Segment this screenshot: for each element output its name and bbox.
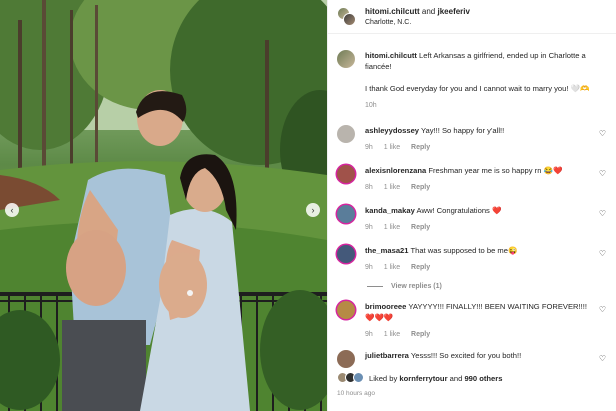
comment-likes-link[interactable]: 1 like bbox=[384, 144, 400, 151]
comment-text: julietbarrera Yesss!!! So excited for yo… bbox=[365, 350, 595, 361]
post-timestamp[interactable]: 10 hours ago bbox=[337, 390, 608, 397]
author-username-link[interactable]: hitomi.chilcutt bbox=[365, 7, 420, 16]
comment-meta: 9h 1 like Reply bbox=[365, 262, 595, 273]
comment-likes-link[interactable]: 1 like bbox=[384, 264, 400, 271]
avatar[interactable] bbox=[337, 205, 355, 223]
heart-outline-icon[interactable]: ♡ bbox=[599, 305, 606, 314]
heart-outline-icon[interactable]: ♡ bbox=[599, 169, 606, 178]
comment-text: alexisnlorenzana Freshman year me is so … bbox=[365, 165, 595, 176]
comment-text: brimooreee YAYYYY!!! FINALLY!!! BEEN WAI… bbox=[365, 301, 595, 323]
caption-text: hitomi.chilcutt Left Arkansas a girlfrie… bbox=[365, 50, 605, 72]
comment-time: 9h bbox=[365, 224, 373, 231]
comment-item: ashleyydossey Yay!!! So happy for y'all!… bbox=[337, 125, 608, 153]
comment-text: ashleyydossey Yay!!! So happy for y'all!… bbox=[365, 125, 595, 136]
comment-username-link[interactable]: julietbarrera bbox=[365, 351, 409, 360]
previous-photo-button[interactable]: ‹ bbox=[5, 203, 19, 217]
post-authors: hitomi.chilcutt and jkeeferiv bbox=[365, 6, 470, 17]
comment-body: Yesss!!! So excited for you both!! bbox=[410, 351, 522, 360]
comment-time: 9h bbox=[365, 264, 373, 271]
heart-outline-icon[interactable]: ♡ bbox=[599, 129, 606, 138]
heart-outline-icon[interactable]: ♡ bbox=[599, 209, 606, 218]
comment-item: julietbarrera Yesss!!! So excited for yo… bbox=[337, 350, 608, 368]
avatar[interactable] bbox=[337, 165, 355, 183]
collab-avatars[interactable] bbox=[337, 6, 357, 27]
comment-username-link[interactable]: ashleyydossey bbox=[365, 126, 419, 135]
reply-button[interactable]: Reply bbox=[411, 224, 430, 231]
comment-body: Freshman year me is so happy rn 😂❤️ bbox=[428, 166, 563, 175]
authors-connector: and bbox=[421, 6, 436, 16]
next-photo-button[interactable]: › bbox=[306, 203, 320, 217]
comment-time: 8h bbox=[365, 184, 373, 191]
comment-username-link[interactable]: the_masa21 bbox=[365, 246, 408, 255]
likes-count-link[interactable]: 990 others bbox=[464, 374, 502, 383]
comment-body: That was supposed to be me😜 bbox=[410, 246, 518, 255]
comment-time: 9h bbox=[365, 331, 373, 338]
comment-meta: 9h 1 like Reply bbox=[365, 329, 595, 340]
comment-item: kanda_makay Aww! Congratulations ❤️ 9h 1… bbox=[337, 205, 608, 233]
chevron-left-icon: ‹ bbox=[10, 204, 14, 215]
heart-outline-icon[interactable]: ♡ bbox=[599, 249, 606, 258]
avatar bbox=[343, 12, 356, 26]
comment-text: kanda_makay Aww! Congratulations ❤️ bbox=[365, 205, 595, 216]
reply-button[interactable]: Reply bbox=[411, 184, 430, 191]
avatar[interactable] bbox=[337, 301, 355, 319]
view-replies-label: View replies (1) bbox=[391, 283, 442, 290]
comment-username-link[interactable]: alexisnlorenzana bbox=[365, 166, 426, 175]
view-replies-button[interactable]: View replies (1) bbox=[367, 283, 608, 290]
likes-connector: and bbox=[449, 373, 463, 383]
post-sidebar: hitomi.chilcutt and jkeeferiv Charlotte,… bbox=[327, 0, 616, 411]
caption-time: 10h bbox=[365, 102, 377, 109]
post-header: hitomi.chilcutt and jkeeferiv Charlotte,… bbox=[328, 0, 616, 34]
likes-prefix: Liked by bbox=[369, 373, 398, 383]
liker-avatars bbox=[337, 372, 365, 384]
location-link[interactable]: Charlotte, N.C. bbox=[365, 17, 470, 28]
avatar[interactable] bbox=[337, 125, 355, 143]
comment-meta: 8h 1 like Reply bbox=[365, 182, 595, 193]
comment-likes-link[interactable]: 1 like bbox=[384, 184, 400, 191]
comment-username-link[interactable]: brimooreee bbox=[365, 302, 406, 311]
comment-meta: 9h 1 like Reply bbox=[365, 222, 595, 233]
comment-item: brimooreee YAYYYY!!! FINALLY!!! BEEN WAI… bbox=[337, 301, 608, 340]
reply-button[interactable]: Reply bbox=[411, 331, 430, 338]
reply-button[interactable]: Reply bbox=[411, 144, 430, 151]
comment-body: Yay!!! So happy for y'all!! bbox=[421, 126, 505, 135]
chevron-right-icon: › bbox=[311, 204, 315, 215]
post-footer: Liked by kornferrytour and 990 others 10… bbox=[328, 368, 616, 411]
comment-item: alexisnlorenzana Freshman year me is so … bbox=[337, 165, 608, 193]
likes-summary[interactable]: Liked by kornferrytour and 990 others bbox=[337, 372, 608, 384]
comment-likes-link[interactable]: 1 like bbox=[384, 224, 400, 231]
comment-time: 9h bbox=[365, 144, 373, 151]
avatar[interactable] bbox=[337, 50, 355, 68]
comment-username-link[interactable]: kanda_makay bbox=[365, 206, 415, 215]
liker-username-link[interactable]: kornferrytour bbox=[399, 374, 447, 383]
comment-likes-link[interactable]: 1 like bbox=[384, 331, 400, 338]
comment-body: Aww! Congratulations ❤️ bbox=[416, 206, 502, 215]
reply-button[interactable]: Reply bbox=[411, 264, 430, 271]
comments-list[interactable]: hitomi.chilcutt Left Arkansas a girlfrie… bbox=[328, 34, 616, 368]
post-photo[interactable]: ‹ › bbox=[0, 0, 327, 411]
heart-outline-icon[interactable]: ♡ bbox=[599, 354, 606, 363]
coauthor-username-link[interactable]: jkeeferiv bbox=[438, 7, 470, 16]
avatar[interactable] bbox=[337, 245, 355, 263]
comment-meta: 9h 1 like Reply bbox=[365, 142, 595, 153]
post-header-text: hitomi.chilcutt and jkeeferiv Charlotte,… bbox=[365, 6, 470, 28]
replies-divider bbox=[367, 286, 383, 287]
avatar[interactable] bbox=[337, 350, 355, 368]
caption-username-link[interactable]: hitomi.chilcutt bbox=[365, 51, 417, 60]
instagram-post-view: ‹ › hitomi.chilcutt and jkeeferiv Charlo… bbox=[0, 0, 616, 411]
caption-line-2: I thank God everyday for you and I canno… bbox=[365, 84, 590, 93]
post-caption: hitomi.chilcutt Left Arkansas a girlfrie… bbox=[337, 50, 608, 111]
couple-photo-illustration bbox=[0, 0, 327, 411]
comment-item: the_masa21 That was supposed to be me😜 9… bbox=[337, 245, 608, 273]
comment-text: the_masa21 That was supposed to be me😜 bbox=[365, 245, 595, 256]
